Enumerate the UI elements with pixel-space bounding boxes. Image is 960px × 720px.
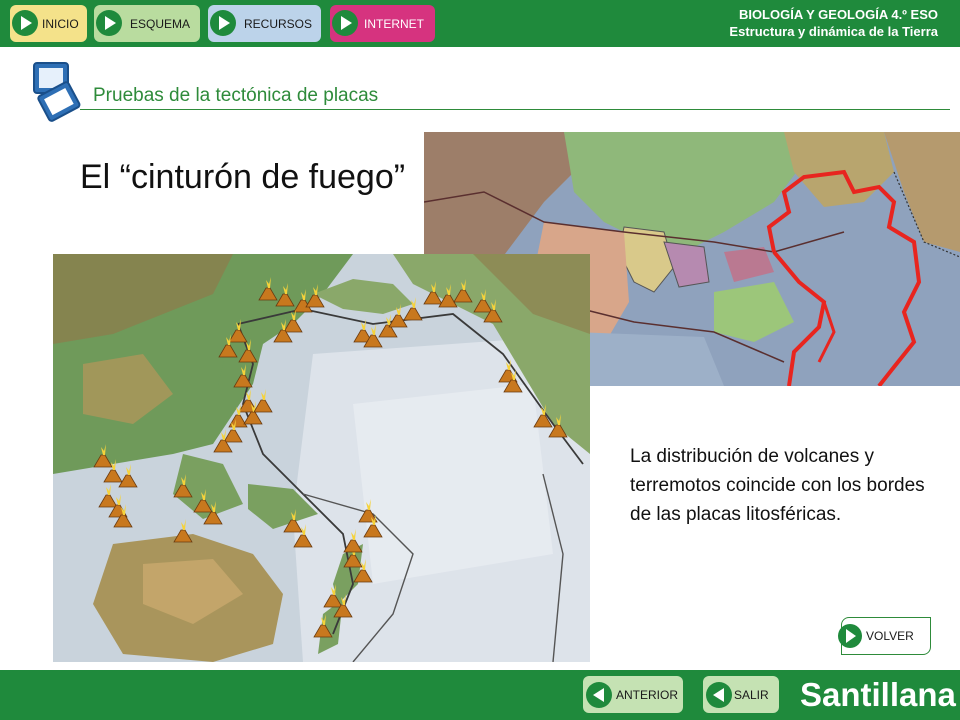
play-triangle-icon (12, 10, 38, 36)
bottom-bar: ANTERIOR SALIR Santillana (0, 670, 960, 720)
recursos-button[interactable]: RECURSOS (208, 5, 321, 42)
slide-description: La distribución de volcanes y terremotos… (630, 446, 925, 525)
esquema-button[interactable]: ESQUEMA (94, 5, 200, 42)
santillana-logo: Santillana (800, 676, 956, 713)
play-triangle-icon (96, 10, 122, 36)
play-triangle-icon (838, 624, 862, 648)
back-triangle-icon (706, 682, 732, 708)
recursos-label: RECURSOS (244, 17, 313, 31)
course-header: BIOLOGÍA Y GEOLOGÍA 4.º ESO Estructura y… (729, 6, 938, 40)
course-unit: Estructura y dinámica de la Tierra (729, 24, 938, 39)
anterior-button[interactable]: ANTERIOR (583, 676, 683, 713)
top-bar: INICIO ESQUEMA RECURSOS INTERNET BIOLOGÍ… (0, 0, 960, 47)
play-triangle-icon (332, 10, 358, 36)
volver-label: VOLVER (866, 629, 914, 643)
course-title: BIOLOGÍA Y GEOLOGÍA 4.º ESO (738, 7, 938, 22)
slides-icon (33, 62, 81, 122)
inicio-label: INICIO (42, 17, 79, 31)
ring-of-fire-volcano-map (53, 254, 590, 662)
volver-button[interactable]: VOLVER (838, 617, 931, 655)
play-triangle-icon (210, 10, 236, 36)
salir-label: SALIR (734, 688, 769, 702)
internet-label: INTERNET (364, 17, 424, 31)
section-divider (80, 109, 950, 110)
back-triangle-icon (586, 682, 612, 708)
inicio-button[interactable]: INICIO (10, 5, 87, 42)
anterior-label: ANTERIOR (616, 688, 679, 702)
section-title: Pruebas de la tectónica de placas (93, 85, 379, 106)
internet-button[interactable]: INTERNET (330, 5, 435, 42)
esquema-label: ESQUEMA (130, 17, 191, 31)
slide-title: El “cinturón de fuego” (80, 158, 406, 196)
salir-button[interactable]: SALIR (703, 676, 779, 713)
